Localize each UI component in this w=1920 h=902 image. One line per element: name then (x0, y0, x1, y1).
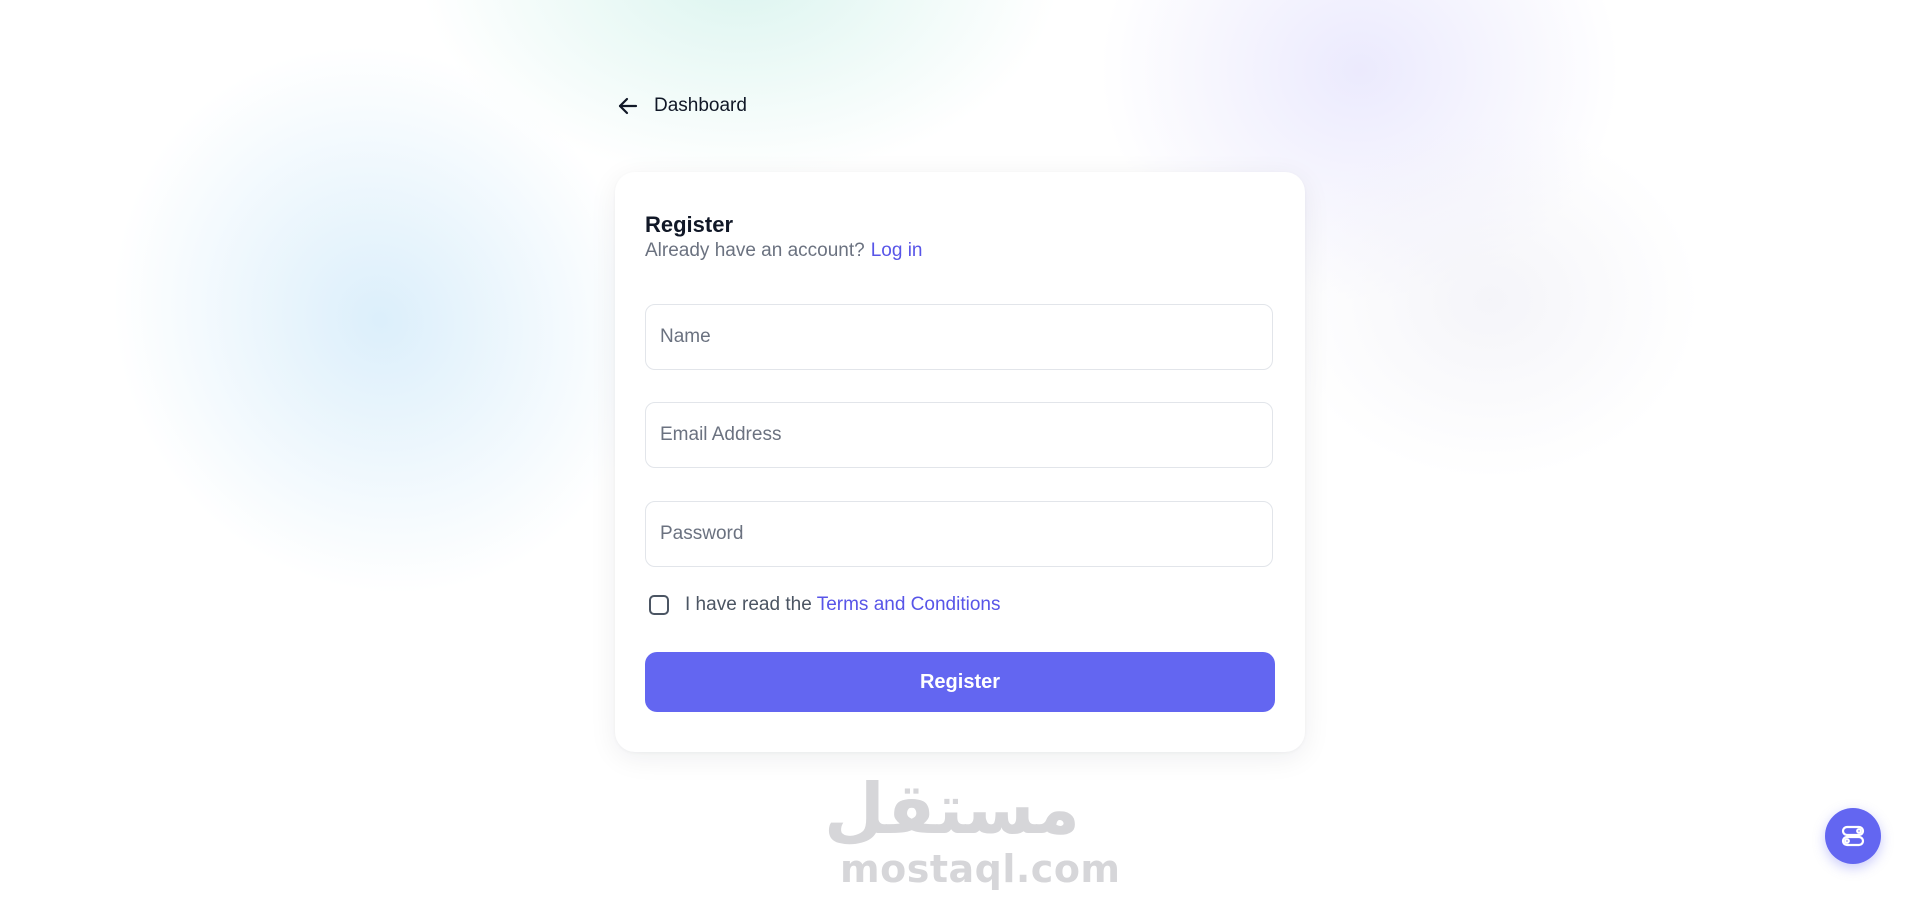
background-gradient-teal (420, 0, 1060, 180)
password-input[interactable] (646, 502, 1272, 566)
card-title: Register (645, 212, 734, 237)
email-input[interactable] (646, 403, 1272, 467)
toggle-settings-icon (1840, 823, 1866, 849)
login-link[interactable]: Log in (871, 240, 923, 261)
login-prompt-text: Already have an account? (645, 240, 865, 261)
password-field-box (645, 501, 1273, 567)
arrow-left-icon (616, 94, 640, 118)
terms-row: I have read the Terms and Conditions (649, 594, 1000, 616)
floating-settings-button[interactable] (1825, 808, 1881, 864)
terms-prefix: I have read the (685, 594, 812, 615)
back-to-dashboard-link[interactable]: Dashboard (616, 94, 747, 118)
email-field-box (645, 402, 1273, 468)
name-input[interactable] (646, 305, 1272, 369)
register-card: Register Already have an account? Log in … (615, 172, 1305, 752)
watermark-domain: mostaql.com (840, 847, 1121, 891)
terms-link[interactable]: Terms and Conditions (817, 594, 1001, 615)
register-button[interactable]: Register (645, 652, 1275, 712)
register-page: Dashboard Register Already have an accou… (0, 0, 1920, 902)
watermark: مستقل mostaql.com (823, 768, 1121, 891)
back-link-label: Dashboard (654, 95, 747, 116)
terms-label: I have read the Terms and Conditions (685, 594, 1000, 616)
background-gradient-gray (1280, 120, 1700, 480)
name-field-box (645, 304, 1273, 370)
login-prompt: Already have an account? Log in (645, 240, 923, 262)
terms-checkbox[interactable] (649, 595, 669, 615)
watermark-logo: مستقل (823, 768, 1080, 850)
